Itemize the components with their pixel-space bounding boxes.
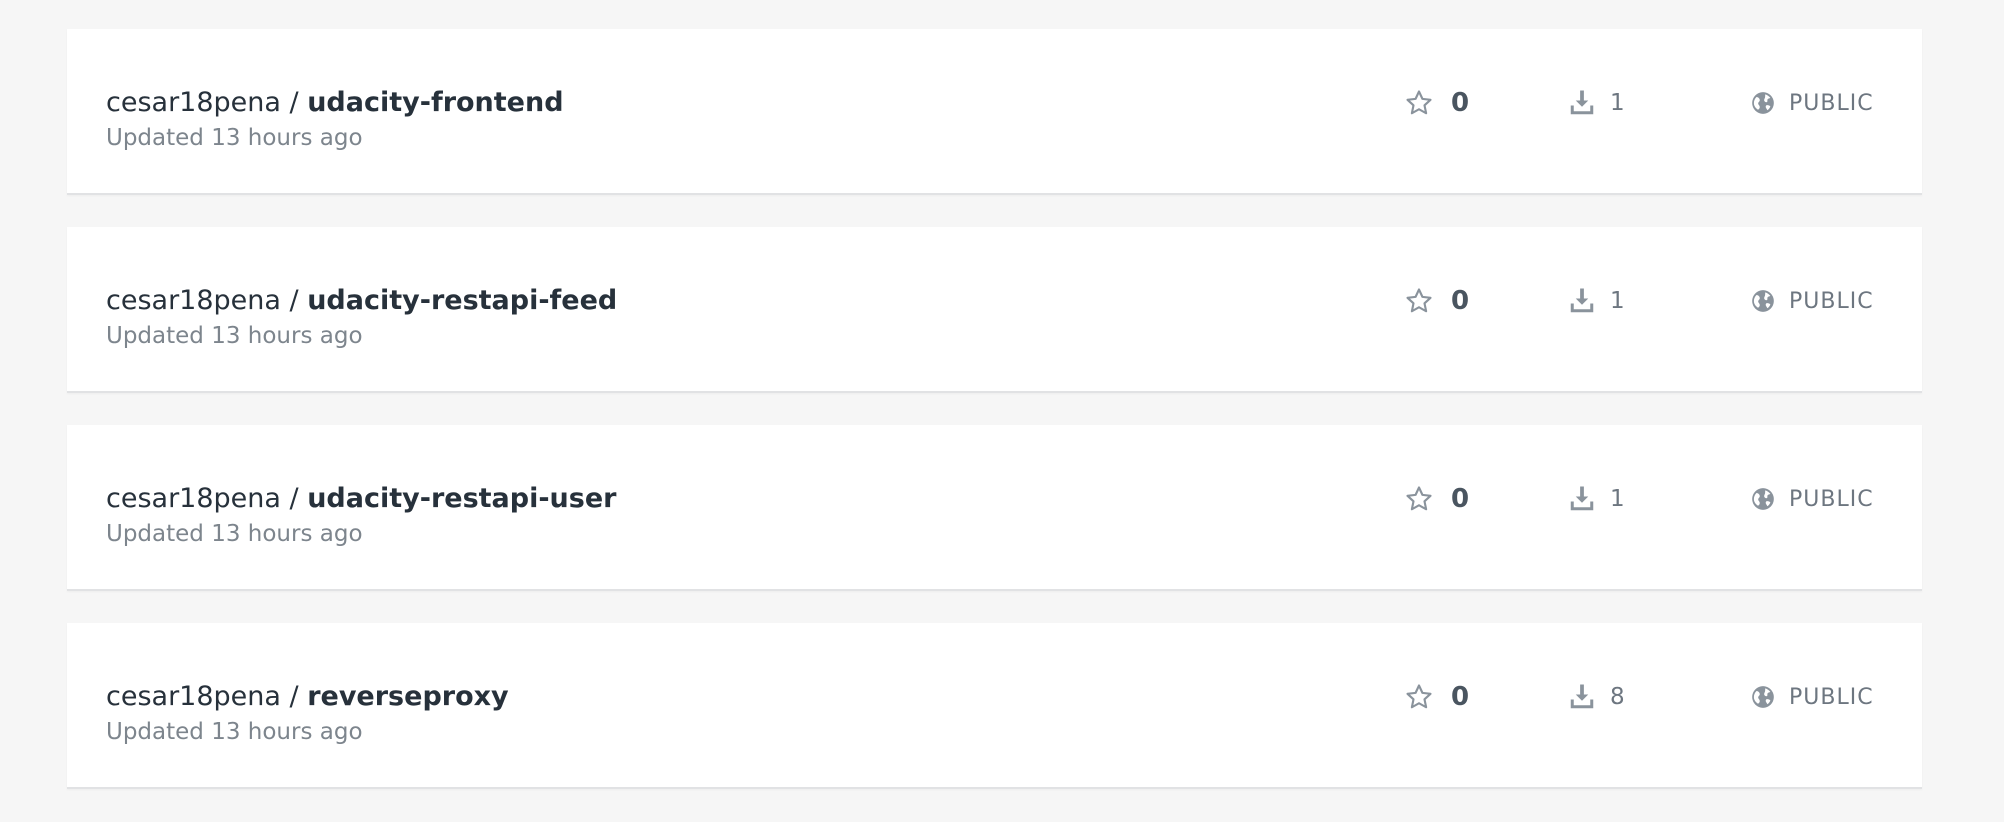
repository-updated: Updated 13 hours ago — [106, 521, 363, 547]
repository-owner: cesar18pena — [106, 681, 281, 712]
pull-count-value: 1 — [1610, 486, 1625, 512]
download-icon — [1567, 484, 1597, 514]
star-icon — [1404, 286, 1434, 316]
repository-name: udacity-restapi-user — [307, 483, 617, 514]
repository-name: reverseproxy — [307, 681, 509, 712]
repository-updated: Updated 13 hours ago — [106, 719, 363, 745]
visibility-badge: PUBLIC — [1750, 279, 1874, 323]
star-count[interactable]: 0 — [1404, 81, 1469, 125]
visibility-badge: PUBLIC — [1750, 675, 1874, 719]
pull-count-value: 1 — [1610, 288, 1625, 314]
visibility-label: PUBLIC — [1789, 288, 1874, 314]
star-count-value: 0 — [1451, 88, 1470, 118]
star-count[interactable]: 0 — [1404, 477, 1469, 521]
repository-owner: cesar18pena — [106, 87, 281, 118]
visibility-label: PUBLIC — [1789, 684, 1874, 710]
repository-card[interactable]: cesar18pena / udacity-restapi-feed Updat… — [67, 227, 1922, 393]
repository-separator: / — [280, 483, 308, 514]
repository-card[interactable]: cesar18pena / udacity-frontend Updated 1… — [67, 29, 1922, 195]
download-icon — [1567, 286, 1597, 316]
repository-list: cesar18pena / udacity-frontend Updated 1… — [67, 29, 1922, 821]
repository-owner: cesar18pena — [106, 483, 281, 514]
repository-updated: Updated 13 hours ago — [106, 125, 363, 151]
repository-separator: / — [280, 681, 308, 712]
visibility-label: PUBLIC — [1789, 486, 1874, 512]
repository-title[interactable]: cesar18pena / udacity-frontend — [106, 86, 564, 120]
repository-title[interactable]: cesar18pena / udacity-restapi-user — [106, 482, 616, 516]
repository-card[interactable]: cesar18pena / udacity-restapi-user Updat… — [67, 425, 1922, 591]
globe-icon — [1750, 288, 1776, 314]
star-count[interactable]: 0 — [1404, 279, 1469, 323]
pull-count: 8 — [1567, 675, 1625, 719]
star-count-value: 0 — [1451, 286, 1470, 316]
repository-owner: cesar18pena — [106, 285, 281, 316]
repository-separator: / — [280, 87, 308, 118]
download-icon — [1567, 682, 1597, 712]
pull-count: 1 — [1567, 477, 1625, 521]
repository-name: udacity-frontend — [307, 87, 564, 118]
pull-count: 1 — [1567, 81, 1625, 125]
visibility-badge: PUBLIC — [1750, 81, 1874, 125]
star-icon — [1404, 484, 1434, 514]
star-icon — [1404, 682, 1434, 712]
pull-count-value: 8 — [1610, 684, 1625, 710]
star-count[interactable]: 0 — [1404, 675, 1469, 719]
download-icon — [1567, 88, 1597, 118]
star-icon — [1404, 88, 1434, 118]
repository-name: udacity-restapi-feed — [307, 285, 618, 316]
repository-updated: Updated 13 hours ago — [106, 323, 363, 349]
pull-count-value: 1 — [1610, 90, 1625, 116]
star-count-value: 0 — [1451, 682, 1470, 712]
repository-title[interactable]: cesar18pena / udacity-restapi-feed — [106, 284, 617, 318]
globe-icon — [1750, 486, 1776, 512]
repository-card[interactable]: cesar18pena / reverseproxy Updated 13 ho… — [67, 623, 1922, 789]
visibility-label: PUBLIC — [1789, 90, 1874, 116]
repository-title[interactable]: cesar18pena / reverseproxy — [106, 680, 509, 714]
star-count-value: 0 — [1451, 484, 1470, 514]
globe-icon — [1750, 684, 1776, 710]
repository-separator: / — [280, 285, 308, 316]
globe-icon — [1750, 90, 1776, 116]
pull-count: 1 — [1567, 279, 1625, 323]
visibility-badge: PUBLIC — [1750, 477, 1874, 521]
